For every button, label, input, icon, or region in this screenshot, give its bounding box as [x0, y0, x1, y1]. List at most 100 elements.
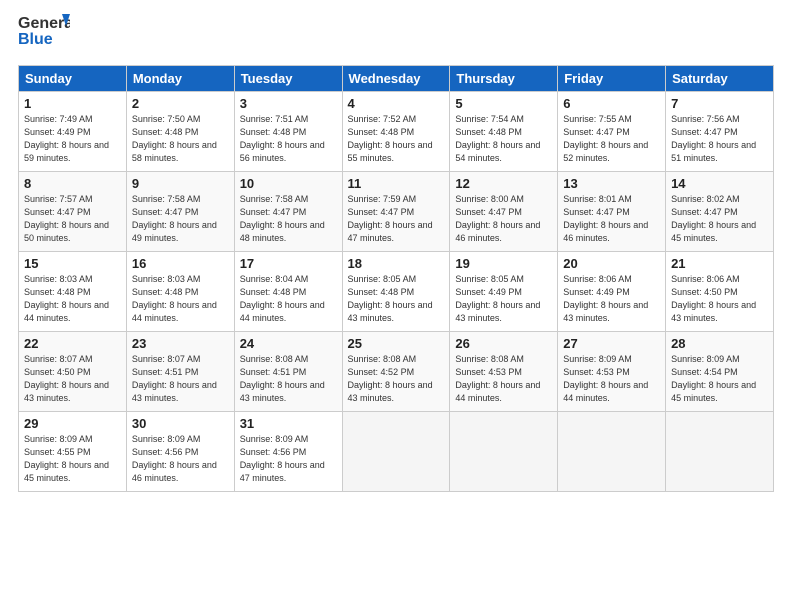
day-number: 24	[240, 336, 337, 351]
day-cell: 16 Sunrise: 8:03 AMSunset: 4:48 PMDayligh…	[126, 252, 234, 332]
calendar-body: 1 Sunrise: 7:49 AMSunset: 4:49 PMDaylight…	[19, 92, 774, 492]
day-number: 14	[671, 176, 768, 191]
weekday-sunday: Sunday	[19, 66, 127, 92]
day-number: 16	[132, 256, 229, 271]
day-cell: 24 Sunrise: 8:08 AMSunset: 4:51 PMDayligh…	[234, 332, 342, 412]
weekday-friday: Friday	[558, 66, 666, 92]
day-cell: 6Sunrise: 7:55 AMSunset: 4:47 PMDaylight…	[558, 92, 666, 172]
day-info: Sunrise: 8:07 AMSunset: 4:51 PMDaylight:…	[132, 353, 229, 405]
day-number: 26	[455, 336, 552, 351]
day-cell: 9Sunrise: 7:58 AMSunset: 4:47 PMDaylight…	[126, 172, 234, 252]
day-info: Sunrise: 7:50 AMSunset: 4:48 PMDaylight:…	[132, 113, 229, 165]
page: General Blue SundayMondayTuesdayWednesda…	[0, 0, 792, 502]
day-cell: 8Sunrise: 7:57 AMSunset: 4:47 PMDaylight…	[19, 172, 127, 252]
weekday-header-row: SundayMondayTuesdayWednesdayThursdayFrid…	[19, 66, 774, 92]
day-number: 15	[24, 256, 121, 271]
day-cell: 1 Sunrise: 7:49 AMSunset: 4:49 PMDaylight…	[19, 92, 127, 172]
day-cell: 7 Sunrise: 7:56 AMSunset: 4:47 PMDaylight…	[666, 92, 774, 172]
day-info: Sunrise: 8:09 AMSunset: 4:54 PMDaylight:…	[671, 353, 768, 405]
day-number: 6	[563, 96, 660, 111]
day-info: Sunrise: 8:08 AMSunset: 4:51 PMDaylight:…	[240, 353, 337, 405]
day-number: 19	[455, 256, 552, 271]
day-info: Sunrise: 8:08 AMSunset: 4:52 PMDaylight:…	[348, 353, 445, 405]
day-cell: 11 Sunrise: 7:59 AMSunset: 4:47 PMDayligh…	[342, 172, 450, 252]
day-cell: 2 Sunrise: 7:50 AMSunset: 4:48 PMDaylight…	[126, 92, 234, 172]
day-number: 23	[132, 336, 229, 351]
day-number: 21	[671, 256, 768, 271]
day-number: 29	[24, 416, 121, 431]
day-cell: 23 Sunrise: 8:07 AMSunset: 4:51 PMDayligh…	[126, 332, 234, 412]
day-info: Sunrise: 8:06 AMSunset: 4:49 PMDaylight:…	[563, 273, 660, 325]
day-info: Sunrise: 7:54 AMSunset: 4:48 PMDaylight:…	[455, 113, 552, 165]
day-number: 2	[132, 96, 229, 111]
day-info: Sunrise: 8:09 AMSunset: 4:53 PMDaylight:…	[563, 353, 660, 405]
day-info: Sunrise: 7:51 AMSunset: 4:48 PMDaylight:…	[240, 113, 337, 165]
weekday-tuesday: Tuesday	[234, 66, 342, 92]
day-info: Sunrise: 8:03 AMSunset: 4:48 PMDaylight:…	[24, 273, 121, 325]
day-cell: 15 Sunrise: 8:03 AMSunset: 4:48 PMDayligh…	[19, 252, 127, 332]
day-info: Sunrise: 8:04 AMSunset: 4:48 PMDaylight:…	[240, 273, 337, 325]
svg-text:Blue: Blue	[18, 31, 53, 48]
day-info: Sunrise: 7:52 AMSunset: 4:48 PMDaylight:…	[348, 113, 445, 165]
day-number: 30	[132, 416, 229, 431]
day-number: 27	[563, 336, 660, 351]
day-cell: 20 Sunrise: 8:06 AMSunset: 4:49 PMDayligh…	[558, 252, 666, 332]
day-number: 12	[455, 176, 552, 191]
day-info: Sunrise: 8:05 AMSunset: 4:49 PMDaylight:…	[455, 273, 552, 325]
day-number: 31	[240, 416, 337, 431]
day-info: Sunrise: 7:57 AMSunset: 4:47 PMDaylight:…	[24, 193, 121, 245]
day-number: 22	[24, 336, 121, 351]
day-info: Sunrise: 8:08 AMSunset: 4:53 PMDaylight:…	[455, 353, 552, 405]
day-info: Sunrise: 7:59 AMSunset: 4:47 PMDaylight:…	[348, 193, 445, 245]
day-cell: 14Sunrise: 8:02 AMSunset: 4:47 PMDayligh…	[666, 172, 774, 252]
day-number: 3	[240, 96, 337, 111]
day-number: 25	[348, 336, 445, 351]
day-info: Sunrise: 8:09 AMSunset: 4:55 PMDaylight:…	[24, 433, 121, 485]
week-row-5: 29 Sunrise: 8:09 AMSunset: 4:55 PMDayligh…	[19, 412, 774, 492]
day-cell	[342, 412, 450, 492]
day-info: Sunrise: 7:49 AMSunset: 4:49 PMDaylight:…	[24, 113, 121, 165]
day-cell: 4Sunrise: 7:52 AMSunset: 4:48 PMDaylight…	[342, 92, 450, 172]
day-cell: 19 Sunrise: 8:05 AMSunset: 4:49 PMDayligh…	[450, 252, 558, 332]
day-info: Sunrise: 7:58 AMSunset: 4:47 PMDaylight:…	[240, 193, 337, 245]
day-info: Sunrise: 7:56 AMSunset: 4:47 PMDaylight:…	[671, 113, 768, 165]
day-info: Sunrise: 8:09 AMSunset: 4:56 PMDaylight:…	[240, 433, 337, 485]
day-cell: 27 Sunrise: 8:09 AMSunset: 4:53 PMDayligh…	[558, 332, 666, 412]
header: General Blue	[18, 10, 774, 57]
day-number: 18	[348, 256, 445, 271]
day-cell	[558, 412, 666, 492]
day-cell: 5Sunrise: 7:54 AMSunset: 4:48 PMDaylight…	[450, 92, 558, 172]
day-cell: 29 Sunrise: 8:09 AMSunset: 4:55 PMDayligh…	[19, 412, 127, 492]
weekday-thursday: Thursday	[450, 66, 558, 92]
day-cell: 18 Sunrise: 8:05 AMSunset: 4:48 PMDayligh…	[342, 252, 450, 332]
weekday-wednesday: Wednesday	[342, 66, 450, 92]
weekday-monday: Monday	[126, 66, 234, 92]
day-info: Sunrise: 7:58 AMSunset: 4:47 PMDaylight:…	[132, 193, 229, 245]
day-cell	[450, 412, 558, 492]
day-number: 20	[563, 256, 660, 271]
day-number: 28	[671, 336, 768, 351]
week-row-1: 1 Sunrise: 7:49 AMSunset: 4:49 PMDaylight…	[19, 92, 774, 172]
day-cell: 31 Sunrise: 8:09 AMSunset: 4:56 PMDayligh…	[234, 412, 342, 492]
day-cell: 30 Sunrise: 8:09 AMSunset: 4:56 PMDayligh…	[126, 412, 234, 492]
day-number: 1	[24, 96, 121, 111]
day-info: Sunrise: 8:01 AMSunset: 4:47 PMDaylight:…	[563, 193, 660, 245]
day-info: Sunrise: 8:03 AMSunset: 4:48 PMDaylight:…	[132, 273, 229, 325]
weekday-saturday: Saturday	[666, 66, 774, 92]
day-cell: 26 Sunrise: 8:08 AMSunset: 4:53 PMDayligh…	[450, 332, 558, 412]
day-cell: 22Sunrise: 8:07 AMSunset: 4:50 PMDayligh…	[19, 332, 127, 412]
day-cell: 12 Sunrise: 8:00 AMSunset: 4:47 PMDayligh…	[450, 172, 558, 252]
day-info: Sunrise: 8:09 AMSunset: 4:56 PMDaylight:…	[132, 433, 229, 485]
day-number: 10	[240, 176, 337, 191]
day-cell: 10 Sunrise: 7:58 AMSunset: 4:47 PMDayligh…	[234, 172, 342, 252]
week-row-2: 8Sunrise: 7:57 AMSunset: 4:47 PMDaylight…	[19, 172, 774, 252]
calendar-table: SundayMondayTuesdayWednesdayThursdayFrid…	[18, 65, 774, 492]
day-cell	[666, 412, 774, 492]
day-number: 11	[348, 176, 445, 191]
day-info: Sunrise: 8:05 AMSunset: 4:48 PMDaylight:…	[348, 273, 445, 325]
day-info: Sunrise: 8:00 AMSunset: 4:47 PMDaylight:…	[455, 193, 552, 245]
day-number: 17	[240, 256, 337, 271]
day-cell: 3 Sunrise: 7:51 AMSunset: 4:48 PMDaylight…	[234, 92, 342, 172]
day-number: 7	[671, 96, 768, 111]
day-cell: 13Sunrise: 8:01 AMSunset: 4:47 PMDayligh…	[558, 172, 666, 252]
